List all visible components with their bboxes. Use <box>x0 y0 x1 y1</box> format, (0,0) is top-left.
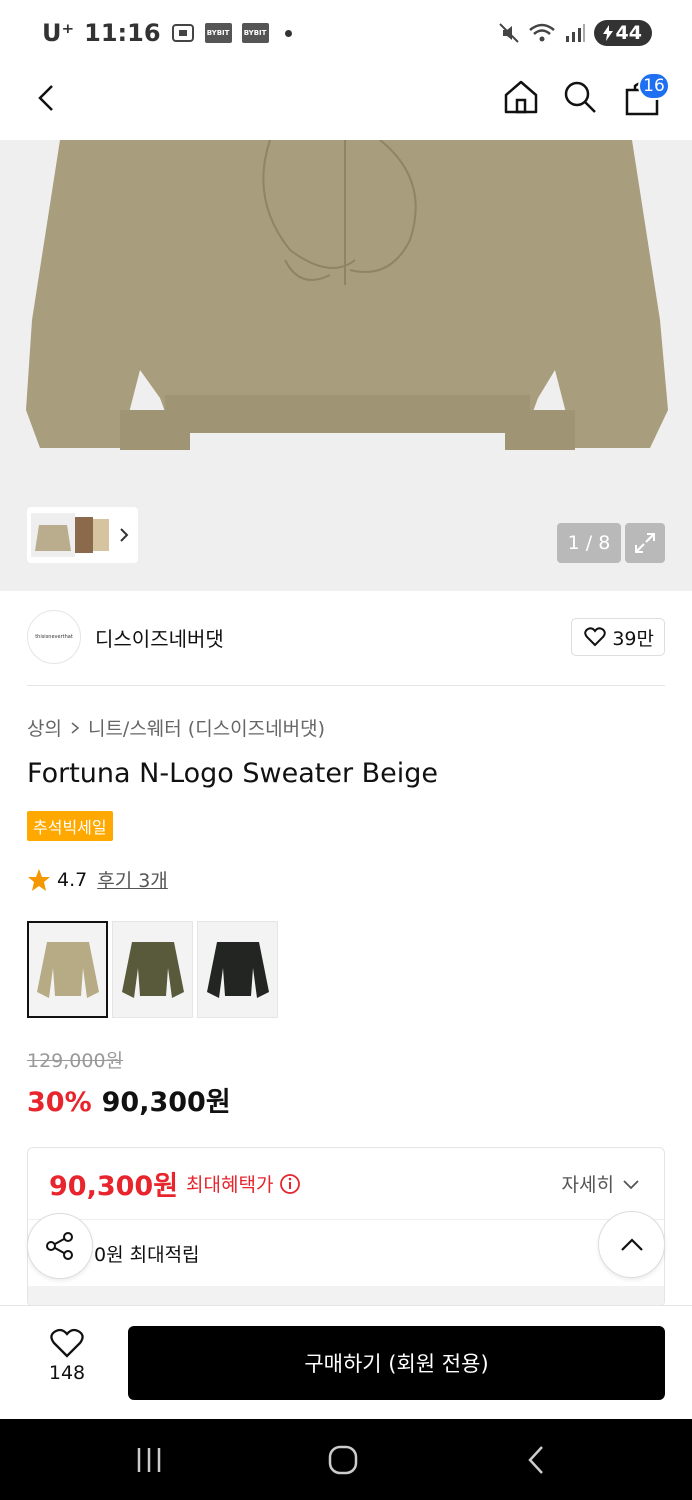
points-row: 0원 최대적립 <box>94 1243 200 1266</box>
brand-logo[interactable]: thisisneverthat <box>27 610 81 664</box>
buy-button[interactable]: 구매하기 (회원 전용) <box>128 1326 665 1400</box>
reviews-link[interactable]: 후기 3개 <box>97 866 168 893</box>
thumbnail-images <box>31 513 109 557</box>
detail-toggle[interactable]: 자세히 <box>562 1170 640 1197</box>
benefit-box: 90,300원 최대혜택가 자세히 0원 최대적립 <box>27 1147 665 1307</box>
cart-count-badge: 16 <box>638 72 670 100</box>
discount-rate: 30% <box>27 1087 92 1118</box>
system-navigation-bar <box>0 1419 692 1500</box>
color-option-beige[interactable] <box>27 921 108 1018</box>
expand-icon <box>635 533 655 553</box>
max-benefit-label: 최대혜택가 <box>186 1174 274 1196</box>
back-nav-icon[interactable] <box>520 1443 554 1477</box>
original-price: 129,000원 <box>27 1050 124 1072</box>
clock: 11:16 <box>84 19 161 47</box>
bybit-app-icon: BYBIT <box>204 23 232 43</box>
max-benefit-row[interactable]: 90,300원 최대혜택가 자세히 <box>28 1148 664 1220</box>
sale-badge: 추석빅세일 <box>27 811 113 841</box>
sweater-thumbnail <box>206 941 269 998</box>
wishlist-count: 148 <box>48 1362 86 1384</box>
scroll-top-button[interactable] <box>598 1211 665 1278</box>
thumbnail-strip[interactable] <box>27 507 138 563</box>
signal-icon <box>565 24 585 42</box>
brand-like-count: 39만 <box>612 627 654 650</box>
detail-label: 자세히 <box>561 1174 614 1196</box>
home-nav-icon[interactable] <box>326 1443 360 1477</box>
chevron-down-icon <box>623 1179 639 1189</box>
brand-row[interactable]: thisisneverthat 디스이즈네버댓 39만 <box>27 610 665 664</box>
benefit-footer <box>28 1286 664 1306</box>
wishlist-button[interactable]: 148 <box>30 1328 104 1384</box>
heart-icon <box>584 627 607 647</box>
rating-value: 4.7 <box>57 868 88 891</box>
sweater-thumbnail <box>36 941 99 998</box>
price-row: 30% 90,300원 <box>27 1080 231 1119</box>
top-nav: 16 <box>0 66 692 140</box>
brand-like-button[interactable]: 39만 <box>571 618 665 656</box>
share-button[interactable] <box>27 1213 93 1279</box>
info-icon[interactable] <box>279 1173 301 1195</box>
image-pager: 1 / 8 <box>557 523 621 563</box>
chevron-right-icon <box>71 721 80 734</box>
share-icon <box>46 1232 73 1260</box>
carrier-label: U⁺ <box>42 19 75 47</box>
mute-icon <box>498 23 519 43</box>
heart-icon <box>50 1328 84 1358</box>
bottom-action-bar: 148 구매하기 (회원 전용) <box>0 1305 692 1419</box>
wifi-icon <box>528 23 555 42</box>
color-option-black[interactable] <box>197 921 278 1018</box>
breadcrumb-subcategory[interactable]: 니트/스웨터 (디스이즈네버댓) <box>88 714 325 741</box>
recents-icon[interactable] <box>132 1443 166 1477</box>
product-image-gallery[interactable]: 1 / 8 <box>0 140 692 591</box>
color-option-olive[interactable] <box>112 921 193 1018</box>
status-bar: U⁺ 11:16 BYBIT BYBIT 44 <box>0 0 692 66</box>
max-benefit-price: 90,300원 <box>49 1171 179 1202</box>
product-title: Fortuna N-Logo Sweater Beige <box>27 758 439 789</box>
brand-name[interactable]: 디스이즈네버댓 <box>95 623 224 652</box>
sweater-thumbnail <box>121 941 184 998</box>
rating-row: 4.7 후기 3개 <box>27 866 168 893</box>
star-icon <box>28 868 50 891</box>
color-options <box>27 921 278 1018</box>
sale-price: 90,300원 <box>101 1087 231 1118</box>
search-icon[interactable] <box>561 78 599 116</box>
breadcrumb: 상의 니트/스웨터 (디스이즈네버댓) <box>27 714 325 741</box>
notification-dot <box>284 29 292 37</box>
back-icon[interactable] <box>30 80 66 116</box>
battery-indicator: 44 <box>593 20 652 46</box>
chevron-up-icon <box>620 1237 643 1251</box>
expand-button[interactable] <box>625 523 665 563</box>
home-icon[interactable] <box>502 78 540 116</box>
battery-level: 44 <box>615 22 642 44</box>
bybit-app-icon: BYBIT <box>241 23 269 43</box>
breadcrumb-category[interactable]: 상의 <box>27 714 62 741</box>
chevron-right-icon <box>120 528 129 542</box>
charging-icon <box>602 25 613 41</box>
divider <box>27 685 665 686</box>
screenshot-icon <box>171 24 194 42</box>
